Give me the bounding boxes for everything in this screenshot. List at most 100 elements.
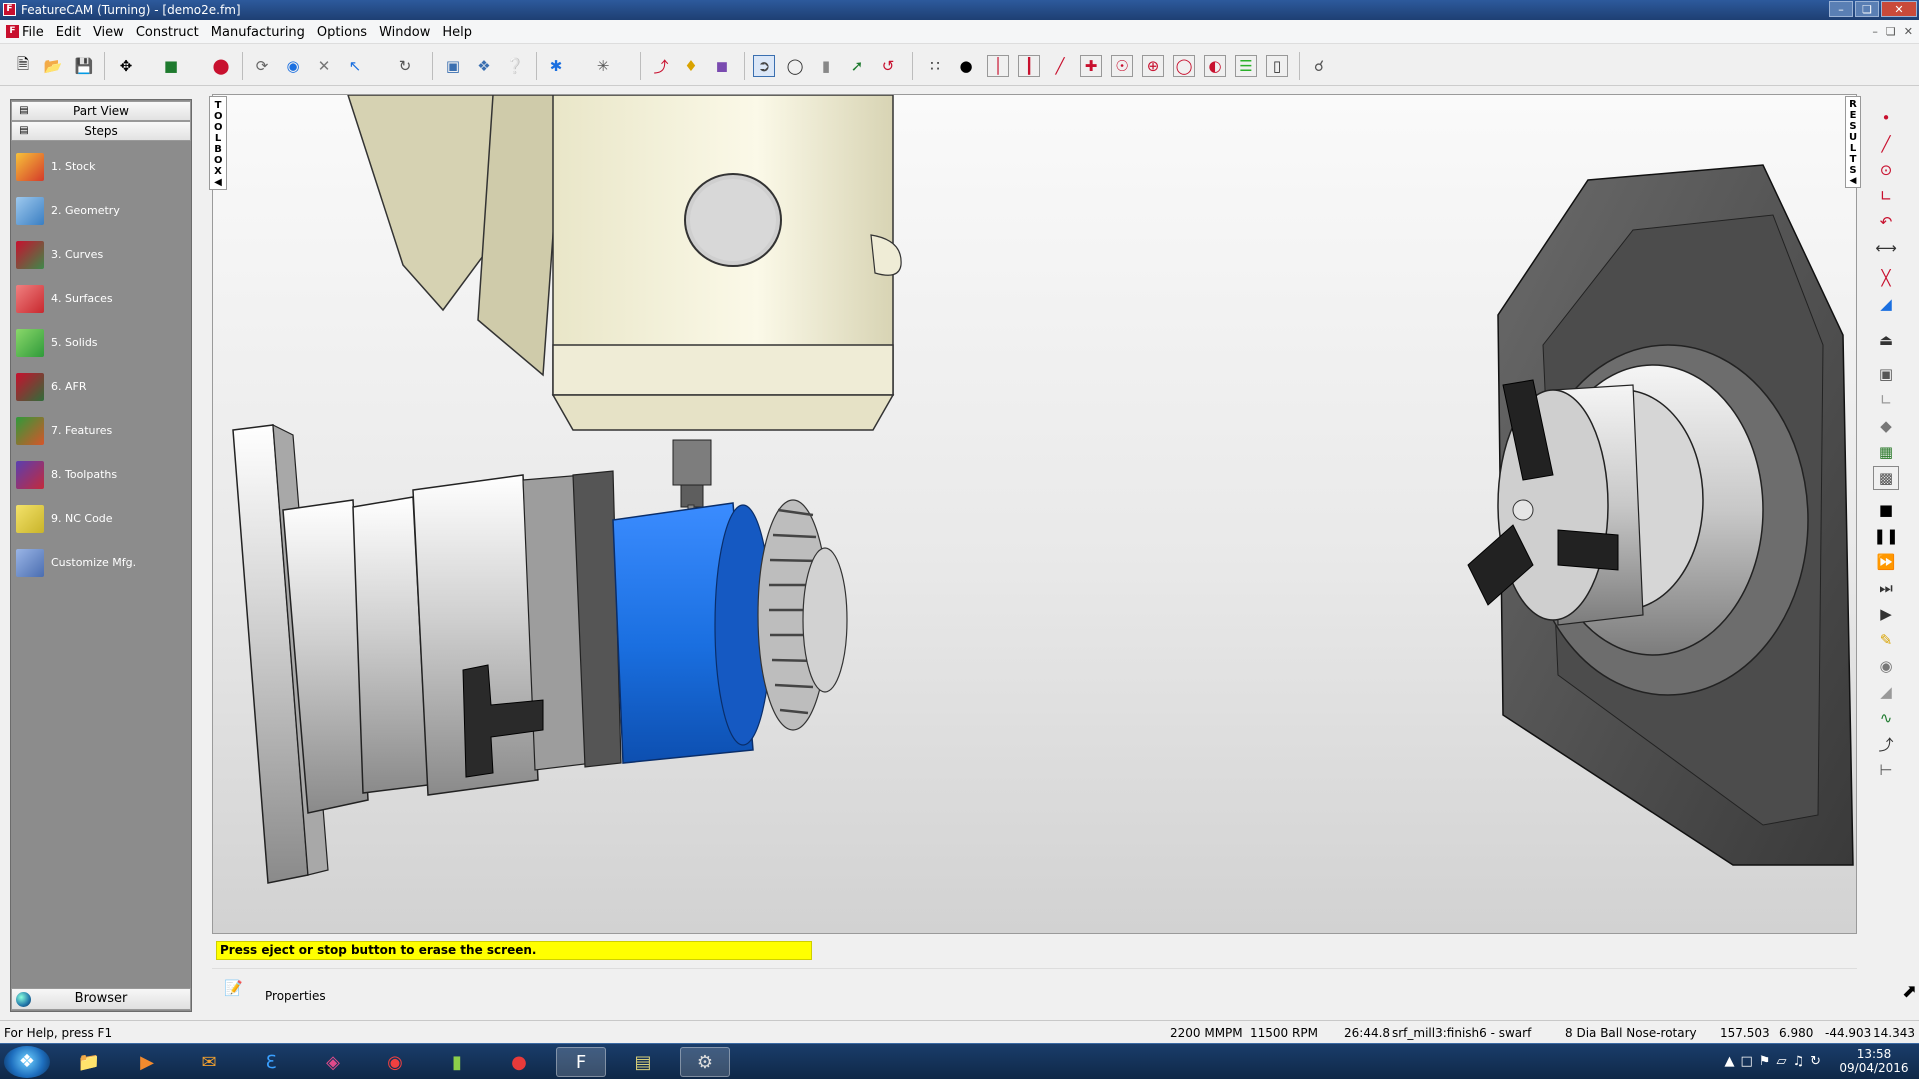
menu-help[interactable]: Help — [442, 25, 472, 40]
pan-icon[interactable]: ✥ — [115, 55, 137, 77]
chrome-icon[interactable]: ◉ — [370, 1047, 420, 1077]
spark-icon[interactable]: ✳ — [592, 55, 614, 77]
help-icon[interactable]: ❔ — [504, 55, 526, 77]
document-icon[interactable]: F — [6, 25, 19, 38]
outlook-icon[interactable]: ✉ — [184, 1047, 234, 1077]
internet-explorer-icon[interactable]: ℇ — [246, 1047, 296, 1077]
wedge-icon[interactable]: ◢ — [1873, 680, 1899, 704]
step-icon[interactable]: ∟ — [1873, 388, 1899, 412]
step-geometry[interactable]: 2. Geometry — [14, 194, 190, 232]
clock[interactable]: 13:58 09/04/2016 — [1835, 1047, 1913, 1075]
new-file-icon[interactable]: 🗎 — [12, 55, 34, 77]
point-icon[interactable]: ● — [955, 55, 977, 77]
fast-forward-icon[interactable]: ⏩ — [1873, 550, 1899, 574]
diagonal-icon[interactable]: ╱ — [1049, 55, 1071, 77]
select-icon[interactable]: ↖ — [344, 55, 366, 77]
view-box-icon[interactable]: ▣ — [1873, 362, 1899, 386]
open-file-icon[interactable]: 📂 — [42, 55, 64, 77]
tool-icon[interactable]: ⤴ — [1873, 732, 1899, 756]
steps-tab[interactable]: ▤ Steps — [11, 121, 191, 141]
menu-file[interactable]: File — [22, 25, 44, 40]
help-sphere-icon[interactable]: ❖ — [473, 55, 495, 77]
3d-viewport[interactable] — [212, 94, 1857, 934]
solid-icon[interactable]: ■ — [160, 55, 182, 77]
pointer-icon[interactable]: ➲ — [753, 55, 775, 77]
menu-options[interactable]: Options — [317, 25, 367, 40]
eject-icon[interactable]: ⏏ — [1873, 328, 1899, 352]
explorer-icon[interactable]: 📁 — [64, 1047, 114, 1077]
play-icon[interactable]: ▶ — [1873, 602, 1899, 626]
grid-icon[interactable]: ∷ — [924, 55, 946, 77]
media-player-icon[interactable]: ▶ — [122, 1047, 172, 1077]
step-curves[interactable]: 3. Curves — [14, 238, 190, 276]
toolbox-tab[interactable]: TOOLBOX ◀ — [209, 96, 227, 190]
folder-app-icon[interactable]: ▤ — [618, 1047, 668, 1077]
pencil-icon[interactable]: ✎ — [1873, 628, 1899, 652]
crosshair-icon[interactable]: ✚ — [1080, 55, 1102, 77]
paint-app-icon[interactable]: ◈ — [308, 1047, 358, 1077]
stop-icon[interactable]: ⬤ — [210, 55, 232, 77]
path-icon[interactable]: ∿ — [1873, 706, 1899, 730]
circle-open-icon[interactable]: ◯ — [1173, 55, 1195, 77]
part-view-tab[interactable]: ▤ Part View — [11, 101, 191, 121]
menu-view[interactable]: View — [93, 25, 124, 40]
step-stock[interactable]: 1. Stock — [14, 150, 190, 188]
stop-sim-icon[interactable]: ■ — [1873, 498, 1899, 522]
magnify-icon[interactable]: ☌ — [1308, 55, 1330, 77]
line-icon[interactable]: │ — [987, 55, 1009, 77]
step-customize-mfg[interactable]: Customize Mfg. — [14, 546, 190, 584]
step-nc-code[interactable]: 9. NC Code — [14, 502, 190, 540]
curve-draw-icon[interactable]: ↶ — [1873, 210, 1899, 234]
trim-icon[interactable]: ╳ — [1873, 266, 1899, 290]
machine-view-icon[interactable]: ▩ — [1873, 466, 1899, 490]
rotate-icon[interactable]: ↻ — [394, 55, 416, 77]
step-forward-icon[interactable]: ⏭ — [1873, 576, 1899, 600]
refresh-icon[interactable]: ⟳ — [251, 55, 273, 77]
construct-icon[interactable]: ✱ — [545, 55, 567, 77]
browser-tab[interactable]: Browser — [11, 988, 191, 1010]
menu-edit[interactable]: Edit — [56, 25, 81, 40]
arc-draw-icon[interactable]: ∟ — [1873, 184, 1899, 208]
step-toolpaths[interactable]: 8. Toolpaths — [14, 458, 190, 496]
circle-draw-icon[interactable]: ⊙ — [1873, 158, 1899, 182]
green-app-icon[interactable]: ▮ — [432, 1047, 482, 1077]
line-draw-icon[interactable]: ╱ — [1873, 132, 1899, 156]
delete-icon[interactable]: ✕ — [313, 55, 335, 77]
dimension-icon[interactable]: ⟷ — [1873, 236, 1899, 260]
minimize-button[interactable]: – — [1829, 1, 1853, 17]
tray-icons[interactable]: ▲□⚑▱♫↻ — [1725, 1054, 1827, 1069]
properties-icon[interactable]: 📝 — [224, 979, 246, 999]
cutter-icon[interactable]: ◯ — [784, 55, 806, 77]
close-button[interactable]: ✕ — [1881, 1, 1917, 17]
circle-target-icon[interactable]: ⊕ — [1142, 55, 1164, 77]
ruler-icon[interactable]: ▦ — [1873, 440, 1899, 464]
circle-icon[interactable]: ☉ — [1111, 55, 1133, 77]
reset-icon[interactable]: ↺ — [877, 55, 899, 77]
pause-icon[interactable]: ❚❚ — [1873, 524, 1899, 548]
feature-icon[interactable]: ♦ — [680, 55, 702, 77]
step-surfaces[interactable]: 4. Surfaces — [14, 282, 190, 320]
circle-half-icon[interactable]: ◐ — [1204, 55, 1226, 77]
step-solids[interactable]: 5. Solids — [14, 326, 190, 364]
menu-manufacturing[interactable]: Manufacturing — [211, 25, 305, 40]
featurecam-taskbar-icon[interactable]: F — [556, 1047, 606, 1077]
restore-button[interactable]: ❏ — [1855, 1, 1879, 17]
apple-app-icon[interactable]: ● — [494, 1047, 544, 1077]
shade-icon[interactable]: ◉ — [1873, 654, 1899, 678]
menu-window[interactable]: Window — [379, 25, 430, 40]
stock-icon[interactable]: ▮ — [815, 55, 837, 77]
menu-construct[interactable]: Construct — [136, 25, 199, 40]
results-tab[interactable]: RESULTS ◀ — [1845, 96, 1861, 188]
green-bars-icon[interactable]: ☰ — [1235, 55, 1257, 77]
step-features[interactable]: 7. Features — [14, 414, 190, 452]
doc-minimize-button[interactable]: – — [1872, 25, 1878, 38]
start-button[interactable]: ❖ — [4, 1046, 50, 1078]
save-icon[interactable]: 💾 — [73, 55, 95, 77]
doc-restore-button[interactable]: ❏ — [1886, 25, 1896, 38]
doc-close-button[interactable]: ✕ — [1904, 25, 1913, 38]
move-icon[interactable]: ➚ — [846, 55, 868, 77]
point-draw-icon[interactable]: • — [1873, 106, 1899, 130]
solid-view-icon[interactable]: ◆ — [1873, 414, 1899, 438]
chamfer-icon[interactable]: ◢ — [1873, 292, 1899, 316]
tool-app-icon[interactable]: ⚙ — [680, 1047, 730, 1077]
